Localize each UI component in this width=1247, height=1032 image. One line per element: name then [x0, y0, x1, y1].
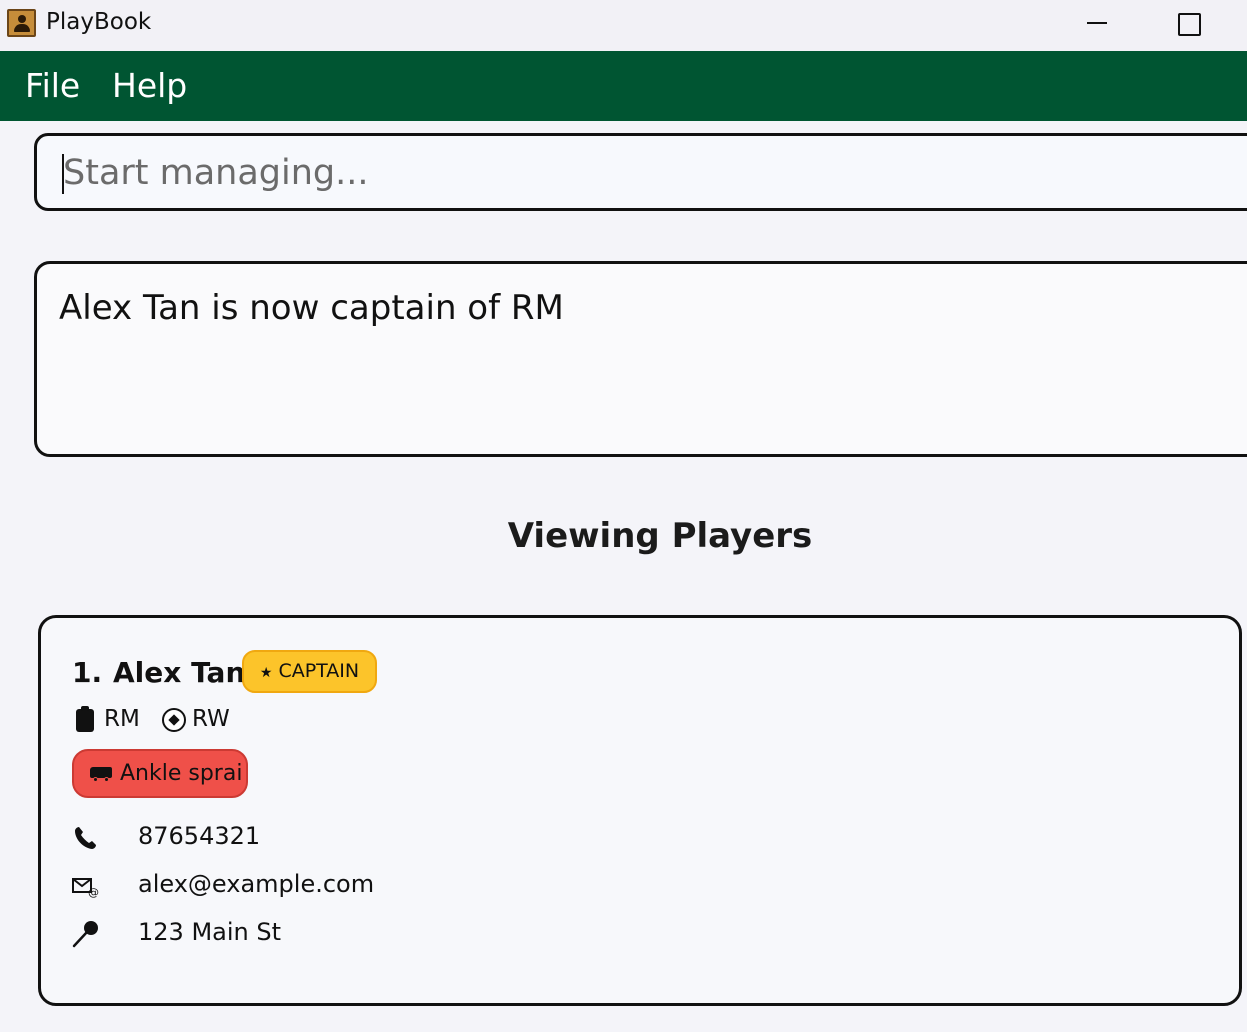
injury-badge: Ankle sprai [72, 749, 248, 798]
phone-icon [75, 827, 96, 849]
menu-help[interactable]: Help [112, 66, 187, 105]
minimize-button[interactable] [1082, 10, 1112, 40]
clipboard-icon [76, 706, 94, 732]
window-title: PlayBook [46, 9, 152, 35]
captain-badge: ★ CAPTAIN [242, 650, 377, 693]
email-address: alex@example.com [138, 870, 375, 898]
address: 123 Main St [138, 918, 282, 946]
command-box[interactable] [34, 133, 1247, 211]
map-pin-icon [72, 921, 98, 948]
maximize-button[interactable] [1172, 10, 1202, 40]
phone-number: 87654321 [138, 822, 261, 850]
result-message: Alex Tan is now captain of RM [59, 288, 564, 328]
injury-label: Ankle sprai [120, 761, 243, 786]
list-heading: Viewing Players [507, 516, 813, 556]
result-display: Alex Tan is now captain of RM [34, 261, 1247, 457]
svg-text:@: @ [88, 886, 99, 899]
captain-label: CAPTAIN [278, 660, 360, 682]
command-input[interactable] [63, 146, 1213, 200]
soccer-ball-icon [162, 708, 186, 732]
position-tag: RM [104, 706, 140, 732]
player-card[interactable]: 1. Alex Tan ★ CAPTAIN RM RW Ankle sprai 8… [38, 615, 1242, 1006]
ambulance-icon [90, 767, 114, 782]
menu-file[interactable]: File [25, 66, 80, 105]
email-icon: @ [72, 878, 99, 899]
position-tag: RW [192, 706, 230, 732]
player-name: Alex Tan [113, 656, 246, 689]
star-icon: ★ [259, 665, 273, 681]
address-book-icon [7, 9, 36, 37]
player-index: 1. [72, 656, 103, 689]
menu-bar: File Help [0, 51, 1247, 121]
title-bar: PlayBook [0, 0, 1247, 51]
